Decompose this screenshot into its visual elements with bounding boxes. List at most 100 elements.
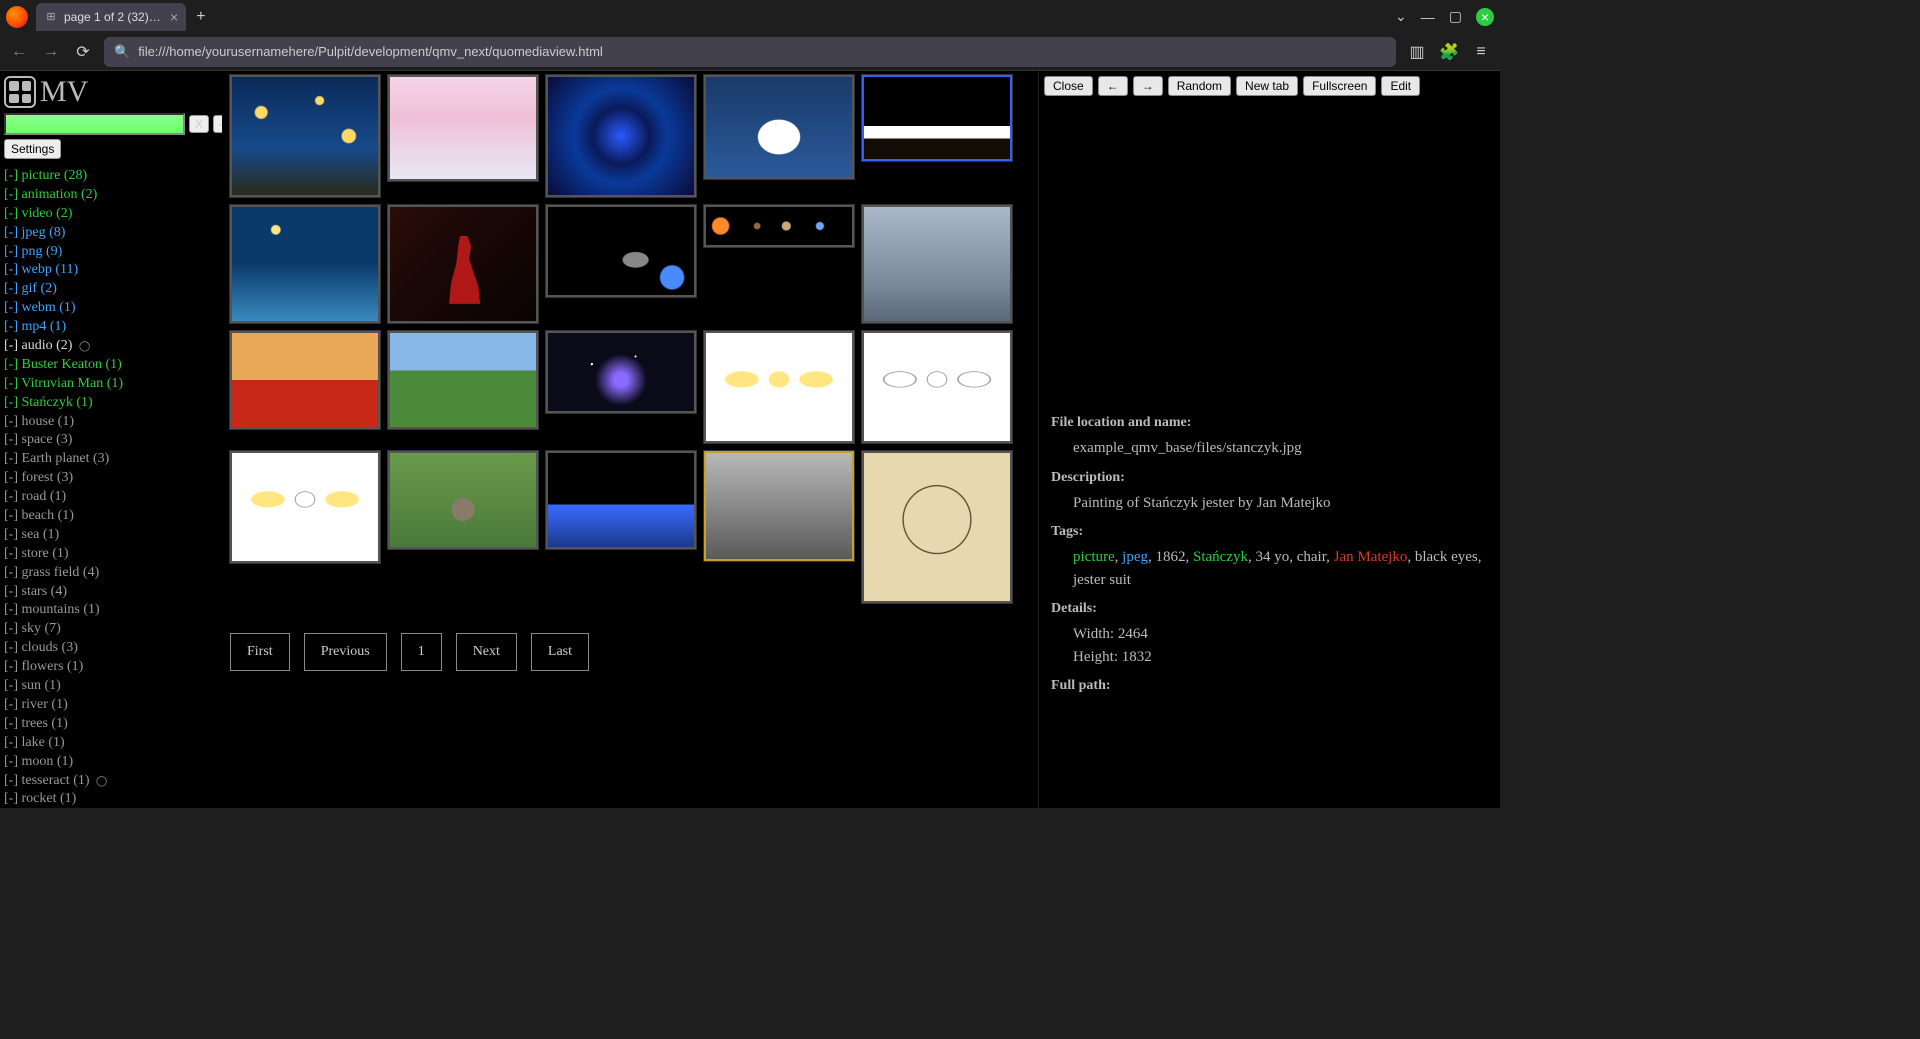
thumbnail[interactable] xyxy=(388,205,538,323)
tag-row[interactable]: [-] Earth planet (3) xyxy=(4,450,218,469)
hamburger-menu-icon[interactable]: ≡ xyxy=(1470,43,1492,61)
detail-next-button[interactable]: → xyxy=(1133,76,1163,96)
tag-row[interactable]: [-] mountains (1) xyxy=(4,601,218,620)
thumbnail[interactable] xyxy=(704,451,854,561)
thumbnail[interactable] xyxy=(230,75,380,197)
nav-forward-icon: → xyxy=(40,43,62,61)
tag-row[interactable]: [-] webm (1) xyxy=(4,299,218,318)
tag-row[interactable]: [-] jpeg (8) xyxy=(4,224,218,243)
thumbnail[interactable] xyxy=(230,331,380,429)
detail-panel: Close ← → Random New tab Fullscreen Edit… xyxy=(1038,71,1500,808)
tag-row[interactable]: [-] gif (2) xyxy=(4,280,218,299)
thumbnail[interactable] xyxy=(546,75,696,197)
tag-row[interactable]: [-] stars (4) xyxy=(4,583,218,602)
thumbnail[interactable] xyxy=(230,205,380,323)
thumbnail[interactable] xyxy=(862,451,1012,603)
thumbnail[interactable] xyxy=(862,331,1012,443)
thumbnail[interactable] xyxy=(862,75,1012,161)
pager-page-button[interactable]: 1 xyxy=(401,633,442,671)
file-location-label: File location and name: xyxy=(1051,415,1488,431)
detail-newtab-button[interactable]: New tab xyxy=(1236,76,1298,96)
tag-row[interactable]: [-] store (1) xyxy=(4,545,218,564)
detail-prev-button[interactable]: ← xyxy=(1098,76,1128,96)
pager-previous-button[interactable]: Previous xyxy=(304,633,387,671)
tab-favicon: ⊞ xyxy=(44,10,58,24)
tag-row[interactable]: [-] mp4 (1) xyxy=(4,318,218,337)
thumbnail[interactable] xyxy=(546,451,696,549)
window-close-icon[interactable]: × xyxy=(1476,8,1494,26)
tag-row[interactable]: [-] sea (1) xyxy=(4,526,218,545)
tag-row[interactable]: [-] video (2) xyxy=(4,205,218,224)
nav-back-icon[interactable]: ← xyxy=(8,43,30,61)
settings-button[interactable]: Settings xyxy=(4,139,61,159)
thumbnail[interactable] xyxy=(704,331,854,443)
tag-row[interactable]: [-] trees (1) xyxy=(4,715,218,734)
tag-row[interactable]: [-] png (9) xyxy=(4,243,218,262)
pager-next-button[interactable]: Next xyxy=(456,633,517,671)
sidebar: MV X – Settings [-] picture (28)[-] anim… xyxy=(0,71,222,808)
tag-row[interactable]: [-] house (1) xyxy=(4,413,218,432)
thumbnail[interactable] xyxy=(388,331,538,429)
tag-row[interactable]: [-] river (1) xyxy=(4,696,218,715)
browser-tab[interactable]: ⊞ page 1 of 2 (32) | QuoMedi… × xyxy=(36,3,186,31)
thumbnail[interactable] xyxy=(546,205,696,297)
detail-image[interactable] xyxy=(1039,71,1500,399)
search-clear-button[interactable]: X xyxy=(189,115,209,133)
tab-title: page 1 of 2 (32) | QuoMedi… xyxy=(64,10,164,24)
url-input[interactable] xyxy=(138,44,1386,59)
thumbnail[interactable] xyxy=(704,205,854,247)
nav-reload-icon[interactable]: ⟳ xyxy=(72,42,94,62)
thumbnail-grid xyxy=(230,75,1030,603)
tags-value: picture, jpeg, 1862, Stańczyk, 34 yo, ch… xyxy=(1073,546,1488,591)
fullpath-label: Full path: xyxy=(1051,678,1488,694)
logo-text: MV xyxy=(40,75,88,109)
tag-row[interactable]: [-] tesseract (1) ◯ xyxy=(4,772,218,791)
tag-row[interactable]: [-] space (3) xyxy=(4,431,218,450)
tag-row[interactable]: [-] beach (1) xyxy=(4,507,218,526)
logo-icon xyxy=(4,76,36,108)
browser-titlebar: ⊞ page 1 of 2 (32) | QuoMedi… × + ⌄ — ▢ … xyxy=(0,0,1500,33)
tag-row[interactable]: [-] clouds (3) xyxy=(4,639,218,658)
tag-row[interactable]: [-] road (1) xyxy=(4,488,218,507)
pager: First Previous 1 Next Last xyxy=(230,633,1030,671)
tag-row[interactable]: [-] flowers (1) xyxy=(4,658,218,677)
thumbnail[interactable] xyxy=(230,451,380,563)
thumbnail[interactable] xyxy=(704,75,854,179)
tag-row[interactable]: [-] webp (11) xyxy=(4,261,218,280)
tag-row[interactable]: [-] lake (1) xyxy=(4,734,218,753)
tag-row[interactable]: [-] Stańczyk (1) xyxy=(4,394,218,413)
search-collapse-button[interactable]: – xyxy=(213,115,222,133)
pager-last-button[interactable]: Last xyxy=(531,633,589,671)
tag-row[interactable]: [-] sky (7) xyxy=(4,620,218,639)
window-minimize-icon[interactable]: — xyxy=(1421,9,1435,25)
detail-fullscreen-button[interactable]: Fullscreen xyxy=(1303,76,1376,96)
detail-close-button[interactable]: Close xyxy=(1044,76,1093,96)
url-bar[interactable]: 🔍 xyxy=(104,37,1396,67)
tag-row[interactable]: [-] rocket (1) xyxy=(4,790,218,808)
description-label: Description: xyxy=(1051,470,1488,486)
new-tab-button[interactable]: + xyxy=(196,8,205,26)
search-input[interactable] xyxy=(4,113,185,135)
thumbnail[interactable] xyxy=(388,451,538,549)
tab-dropdown-icon[interactable]: ⌄ xyxy=(1395,8,1407,25)
extensions-icon[interactable]: 🧩 xyxy=(1438,42,1460,62)
sidebar-toggle-icon[interactable]: ▥ xyxy=(1406,42,1428,62)
tab-close-icon[interactable]: × xyxy=(170,9,178,25)
pager-first-button[interactable]: First xyxy=(230,633,290,671)
thumbnail[interactable] xyxy=(862,205,1012,323)
tag-row[interactable]: [-] grass field (4) xyxy=(4,564,218,583)
tag-row[interactable]: [-] audio (2) ◯ xyxy=(4,337,218,356)
tag-row[interactable]: [-] Buster Keaton (1) xyxy=(4,356,218,375)
tag-row[interactable]: [-] Vitruvian Man (1) xyxy=(4,375,218,394)
tag-row[interactable]: [-] animation (2) xyxy=(4,186,218,205)
detail-edit-button[interactable]: Edit xyxy=(1381,76,1420,96)
details-label: Details: xyxy=(1051,601,1488,617)
tag-row[interactable]: [-] picture (28) xyxy=(4,167,218,186)
thumbnail[interactable] xyxy=(546,331,696,413)
tag-row[interactable]: [-] forest (3) xyxy=(4,469,218,488)
tag-row[interactable]: [-] sun (1) xyxy=(4,677,218,696)
window-maximize-icon[interactable]: ▢ xyxy=(1449,8,1462,25)
detail-random-button[interactable]: Random xyxy=(1168,76,1231,96)
tag-row[interactable]: [-] moon (1) xyxy=(4,753,218,772)
thumbnail[interactable] xyxy=(388,75,538,181)
